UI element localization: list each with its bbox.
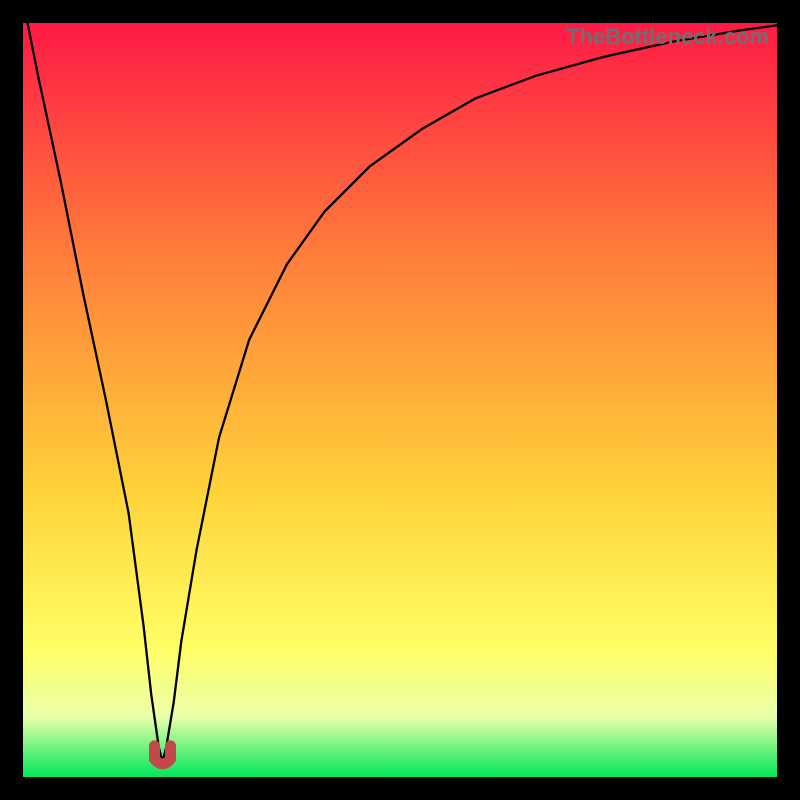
gradient-background [23,23,777,777]
chart-svg [23,23,777,777]
plot-area: TheBottleneck.com [23,23,777,777]
watermark-label: TheBottleneck.com [566,24,769,50]
chart-frame: TheBottleneck.com [0,0,800,800]
